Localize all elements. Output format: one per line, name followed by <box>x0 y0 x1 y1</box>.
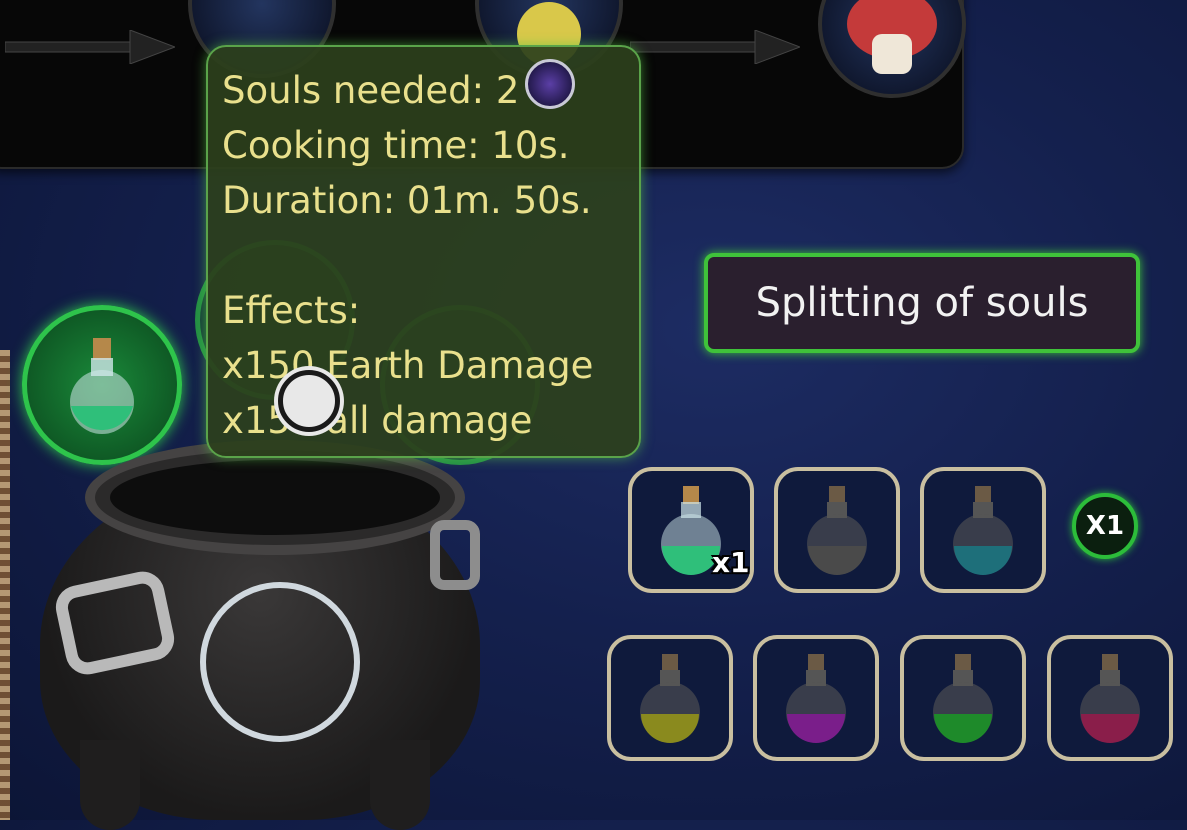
mushroom-icon <box>847 0 937 74</box>
result-slot[interactable] <box>818 0 966 98</box>
cauldron-leg <box>80 740 140 830</box>
arrow-right-icon <box>5 30 175 64</box>
recipe-title-plate: Splitting of souls <box>704 253 1140 353</box>
green-potion-icon <box>70 338 134 434</box>
souls-needed-text: Souls needed: 2 <box>222 69 520 112</box>
multiplier-label: X1 <box>1085 511 1125 541</box>
multiplier-button[interactable]: X1 <box>1072 493 1138 559</box>
purple-potion-icon <box>786 654 846 743</box>
green-potion-icon <box>933 654 993 743</box>
cauldron-leg <box>370 740 430 830</box>
potion-slot[interactable] <box>900 635 1026 761</box>
potion-count: x1 <box>712 546 750 579</box>
potion-slot[interactable] <box>774 467 900 593</box>
arrow-right-icon <box>630 30 800 64</box>
red-potion-icon <box>1080 654 1140 743</box>
recipe-title: Splitting of souls <box>755 280 1089 326</box>
souls-needed-row: Souls needed: 2 <box>222 59 625 118</box>
cooking-time-text: Cooking time: 10s. <box>222 124 570 167</box>
soul-icon <box>525 59 576 109</box>
greek-border <box>0 350 10 820</box>
teal-potion-icon <box>953 486 1013 575</box>
yellow-potion-icon <box>640 654 700 743</box>
cauldron-handle <box>430 520 480 590</box>
potion-slot[interactable] <box>920 467 1046 593</box>
effects-label: Effects: <box>222 289 361 332</box>
tooltip-spacer <box>222 228 625 283</box>
selected-potion-bubble[interactable] <box>22 305 182 465</box>
potion-slot[interactable] <box>1047 635 1173 761</box>
cauldron-opening <box>110 460 440 535</box>
recipe-tooltip: Souls needed: 2 Cooking time: 10s. Durat… <box>206 45 641 458</box>
pointer-cursor-icon <box>278 370 340 432</box>
empty-potion-icon <box>807 486 867 575</box>
potion-slot[interactable] <box>607 635 733 761</box>
potion-slot[interactable] <box>753 635 879 761</box>
duration-text: Duration: 01m. 50s. <box>222 179 592 222</box>
cauldron-drop-ring[interactable] <box>200 582 360 742</box>
